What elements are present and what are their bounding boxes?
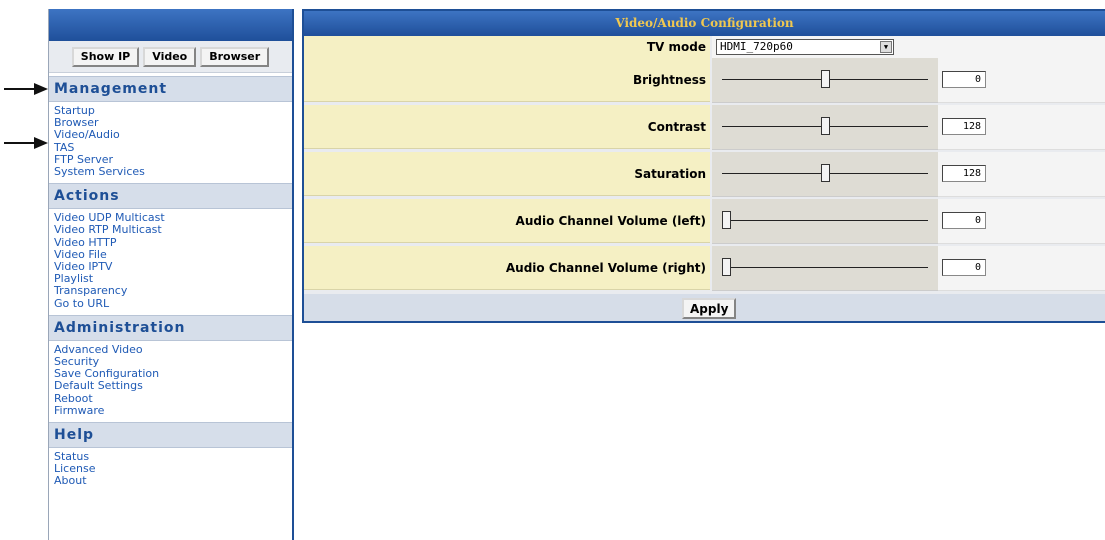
audio-right-slider[interactable] xyxy=(712,246,938,291)
sidebar-item-video-rtp-multicast[interactable]: Video RTP Multicast xyxy=(54,224,292,236)
contrast-value-field[interactable]: 128 xyxy=(942,118,986,135)
show-ip-button[interactable]: Show IP xyxy=(71,46,140,67)
slider-thumb[interactable] xyxy=(722,211,731,229)
administration-links: Advanced Video Security Save Configurati… xyxy=(49,341,292,419)
slider-thumb[interactable] xyxy=(820,164,830,182)
saturation-label: Saturation xyxy=(304,152,710,196)
browser-button[interactable]: Browser xyxy=(200,46,270,67)
sidebar-item-go-to-url[interactable]: Go to URL xyxy=(54,297,292,310)
saturation-value-cell: 128 xyxy=(938,152,1105,197)
audio-right-value-field[interactable]: 0 xyxy=(942,259,986,276)
slider-row: Audio Channel Volume (right) 0 xyxy=(304,246,1105,292)
panel-title: Video/Audio Configuration xyxy=(304,11,1105,36)
arrow-icon xyxy=(4,83,48,95)
section-title-actions: Actions xyxy=(49,183,292,210)
audio-right-label: Audio Channel Volume (right) xyxy=(304,246,710,290)
saturation-value-field[interactable]: 128 xyxy=(942,165,986,182)
slider-row: Contrast 128 xyxy=(304,105,1105,151)
help-links: Status License About xyxy=(49,448,292,490)
apply-button[interactable]: Apply xyxy=(682,298,737,319)
slider-thumb[interactable] xyxy=(820,70,830,88)
slider-row: Saturation 128 xyxy=(304,152,1105,198)
section-title-help: Help xyxy=(49,422,292,449)
sidebar-item-video-audio[interactable]: Video/Audio xyxy=(54,129,292,141)
slider-row: Audio Channel Volume (left) 0 xyxy=(304,199,1105,245)
audio-left-value-cell: 0 xyxy=(938,199,1105,244)
chevron-down-icon[interactable]: ▼ xyxy=(880,41,892,53)
audio-left-slider[interactable] xyxy=(712,199,938,244)
video-audio-config-panel: Video/Audio Configuration TV mode HDMI_7… xyxy=(302,9,1105,323)
sidebar-item-default-settings[interactable]: Default Settings xyxy=(54,380,292,392)
apply-bar: Apply xyxy=(304,294,1105,321)
sidebar: Show IP Video Browser Management Startup… xyxy=(48,9,294,540)
brightness-value-field[interactable]: 0 xyxy=(942,71,986,88)
tv-mode-row: TV mode HDMI_720p60 ▼ xyxy=(304,36,1105,58)
contrast-slider[interactable] xyxy=(712,105,938,150)
sidebar-item-tas[interactable]: TAS xyxy=(54,141,292,154)
tv-mode-label: TV mode xyxy=(304,36,710,58)
audio-left-value-field[interactable]: 0 xyxy=(942,212,986,229)
slider-thumb[interactable] xyxy=(722,258,731,276)
saturation-slider[interactable] xyxy=(712,152,938,197)
brightness-value-cell: 0 xyxy=(938,58,1105,103)
brightness-label: Brightness xyxy=(304,58,710,102)
actions-links: Video UDP Multicast Video RTP Multicast … xyxy=(49,209,292,312)
sidebar-item-video-http[interactable]: Video HTTP xyxy=(54,236,292,249)
brightness-slider[interactable] xyxy=(712,58,938,103)
contrast-label: Contrast xyxy=(304,105,710,149)
sidebar-item-system-services[interactable]: System Services xyxy=(54,165,292,178)
sidebar-item-license[interactable]: License xyxy=(54,463,292,475)
sidebar-item-firmware[interactable]: Firmware xyxy=(54,404,292,417)
management-links: Startup Browser Video/Audio TAS FTP Serv… xyxy=(49,102,292,180)
tv-mode-select[interactable]: HDMI_720p60 ▼ xyxy=(716,39,894,55)
audio-left-label: Audio Channel Volume (left) xyxy=(304,199,710,243)
sidebar-header xyxy=(49,9,292,41)
quick-buttons: Show IP Video Browser xyxy=(49,41,292,73)
slider-row: Brightness 0 xyxy=(304,58,1105,104)
sidebar-item-about[interactable]: About xyxy=(54,475,292,487)
video-button[interactable]: Video xyxy=(143,46,197,67)
slider-thumb[interactable] xyxy=(820,117,830,135)
sidebar-item-transparency[interactable]: Transparency xyxy=(54,285,292,297)
arrow-icon xyxy=(4,137,48,149)
audio-right-value-cell: 0 xyxy=(938,246,1105,291)
contrast-value-cell: 128 xyxy=(938,105,1105,150)
section-title-management: Management xyxy=(49,76,292,102)
section-title-administration: Administration xyxy=(49,314,292,341)
tv-mode-cell: HDMI_720p60 ▼ xyxy=(712,36,1105,58)
tv-mode-value: HDMI_720p60 xyxy=(720,40,793,53)
